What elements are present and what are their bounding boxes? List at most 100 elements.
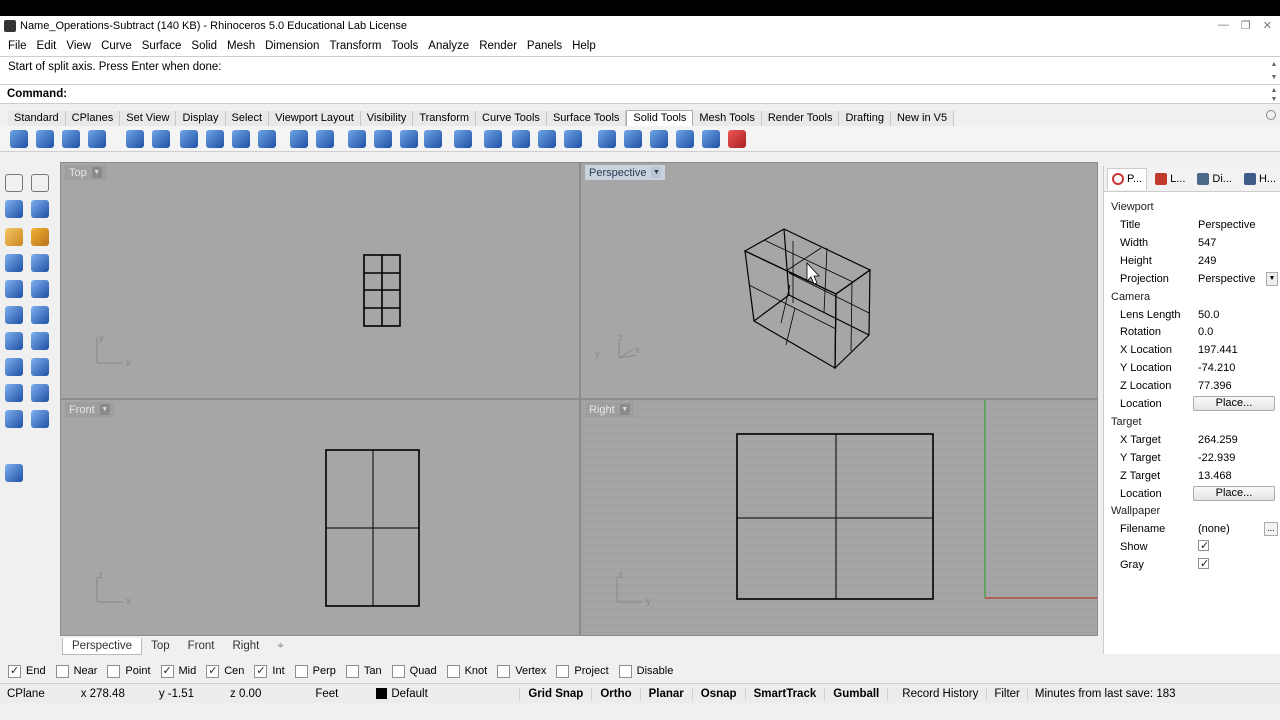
prop-y-location-value[interactable]: -74.210 <box>1190 362 1280 374</box>
scroll-down-icon[interactable]: ▼ <box>1270 73 1278 82</box>
curve-tools-icon[interactable] <box>5 228 23 246</box>
tab-new-in-v5[interactable]: New in V5 <box>890 111 955 126</box>
viewport-title-top[interactable]: Top ▼ <box>65 165 106 180</box>
menu-tools[interactable]: Tools <box>386 40 423 52</box>
camera-place-button[interactable]: Place... <box>1193 396 1275 412</box>
osnap-vertex[interactable]: Vertex <box>497 664 546 678</box>
menu-help[interactable]: Help <box>567 40 601 52</box>
osnap-knot[interactable]: Knot <box>446 664 487 678</box>
menu-transform[interactable]: Transform <box>324 40 386 52</box>
ellipsoid-icon[interactable] <box>31 280 49 298</box>
cap-icon[interactable] <box>232 130 250 148</box>
boolean-union-icon[interactable] <box>10 130 28 148</box>
sphere-icon[interactable] <box>5 280 23 298</box>
osnap-mid[interactable]: Mid <box>160 664 196 678</box>
tab-solid-tools[interactable]: Solid Tools <box>626 110 694 126</box>
prop-z-location-value[interactable]: 77.396 <box>1190 380 1280 392</box>
toggle-planar[interactable]: Planar <box>639 687 692 700</box>
tab-transform[interactable]: Transform <box>413 111 477 126</box>
extrude-icon[interactable] <box>31 254 49 272</box>
command-line[interactable]: Command: ▲ ▼ <box>0 84 1280 104</box>
maximize-icon[interactable]: ❐ <box>1241 19 1251 32</box>
torus-icon[interactable] <box>5 384 23 402</box>
osnap-point[interactable]: Point <box>107 664 151 678</box>
status-cplane[interactable]: CPlane <box>0 688 52 700</box>
vptab-front[interactable]: Front <box>179 638 224 654</box>
tab-curve-tools[interactable]: Curve Tools <box>476 111 547 126</box>
box-icon[interactable] <box>512 130 530 148</box>
osnap-disable[interactable]: Disable <box>618 664 673 678</box>
toggle-filter[interactable]: Filter <box>986 687 1027 700</box>
sphere-icon[interactable] <box>564 130 582 148</box>
menu-view[interactable]: View <box>61 40 96 52</box>
command-history[interactable]: Start of split axis. Press Enter when do… <box>0 56 1280 84</box>
tab-surface-tools[interactable]: Surface Tools <box>546 111 627 126</box>
pipe-icon[interactable] <box>650 130 668 148</box>
solid-icon[interactable] <box>258 130 276 148</box>
command-scroll-icon[interactable]: ▲ ▼ <box>1270 86 1278 104</box>
close-icon[interactable]: ✕ <box>1263 19 1272 32</box>
chevron-down-icon[interactable]: ▼ <box>619 404 630 415</box>
prop-x-location-value[interactable]: 197.441 <box>1190 344 1280 356</box>
menu-panels[interactable]: Panels <box>522 40 567 52</box>
chevron-down-icon[interactable]: ▼ <box>651 167 662 178</box>
rebuild-icon[interactable] <box>484 130 502 148</box>
vptab-top[interactable]: Top <box>142 638 179 654</box>
viewport-title-perspective[interactable]: Perspective ▼ <box>585 165 666 180</box>
target-place-button[interactable]: Place... <box>1193 486 1275 502</box>
status-layer[interactable]: Default <box>369 687 519 700</box>
fillet-edges-icon[interactable] <box>152 130 170 148</box>
panel-tab-display[interactable]: Di... <box>1193 168 1236 190</box>
dimension-icon[interactable] <box>5 464 23 482</box>
osnap-project[interactable]: Project <box>556 664 609 678</box>
osnap-cen[interactable]: Cen <box>206 664 244 678</box>
menu-analyze[interactable]: Analyze <box>423 40 474 52</box>
tab-cplanes[interactable]: CPlanes <box>65 111 121 126</box>
tab-set-view[interactable]: Set View <box>120 111 177 126</box>
boolean-intersection-icon[interactable] <box>62 130 80 148</box>
tube-icon[interactable] <box>5 358 23 376</box>
tab-drafting[interactable]: Drafting <box>839 111 891 126</box>
menu-edit[interactable]: Edit <box>32 40 62 52</box>
line-icon[interactable] <box>5 200 23 218</box>
minimize-icon[interactable]: — <box>1218 19 1229 32</box>
menu-render[interactable]: Render <box>474 40 522 52</box>
revolve-icon[interactable] <box>31 384 49 402</box>
osnap-point-checkbox[interactable] <box>107 664 121 678</box>
pipe-icon[interactable] <box>31 358 49 376</box>
curve-icon[interactable] <box>31 228 49 246</box>
pyramid-icon[interactable] <box>5 332 23 350</box>
toggle-osnap[interactable]: Osnap <box>691 687 745 700</box>
gray-wallpaper-checkbox[interactable] <box>1198 557 1209 570</box>
cone-icon[interactable] <box>5 306 23 324</box>
osnap-tan[interactable]: Tan <box>345 664 382 678</box>
fold-face-icon[interactable] <box>424 130 442 148</box>
prop-rotation-value[interactable]: 0.0 <box>1190 326 1280 338</box>
toggle-grid-snap[interactable]: Grid Snap <box>519 687 591 700</box>
menu-surface[interactable]: Surface <box>137 40 187 52</box>
osnap-near[interactable]: Near <box>55 664 97 678</box>
osnap-vertex-checkbox[interactable] <box>497 664 511 678</box>
viewport-right[interactable]: z y Right ▼ <box>580 399 1098 636</box>
truncated-cone-icon[interactable] <box>31 332 49 350</box>
move-face-icon[interactable] <box>348 130 366 148</box>
tab-render-tools[interactable]: Render Tools <box>761 111 840 126</box>
toggle-smarttrack[interactable]: SmartTrack <box>744 687 825 700</box>
box-icon[interactable] <box>5 254 23 272</box>
prop-title-value[interactable]: Perspective <box>1190 219 1280 231</box>
tab-display[interactable]: Display <box>176 111 226 126</box>
menu-solid[interactable]: Solid <box>186 40 222 52</box>
menu-mesh[interactable]: Mesh <box>222 40 260 52</box>
panel-tab-properties[interactable]: P... <box>1107 167 1148 190</box>
osnap-tan-checkbox[interactable] <box>345 664 359 678</box>
menu-file[interactable]: File <box>3 40 32 52</box>
osnap-perp-checkbox[interactable] <box>294 664 308 678</box>
osnap-near-checkbox[interactable] <box>55 664 69 678</box>
mesh-icon[interactable] <box>676 130 694 148</box>
prop-x-target-value[interactable]: 264.259 <box>1190 434 1280 446</box>
panel-tab-help[interactable]: H... <box>1240 168 1280 190</box>
solid-points-icon[interactable] <box>316 130 334 148</box>
chevron-down-icon[interactable]: ▼ <box>91 167 102 178</box>
cylinder-icon[interactable] <box>31 306 49 324</box>
osnap-int[interactable]: Int <box>254 664 285 678</box>
